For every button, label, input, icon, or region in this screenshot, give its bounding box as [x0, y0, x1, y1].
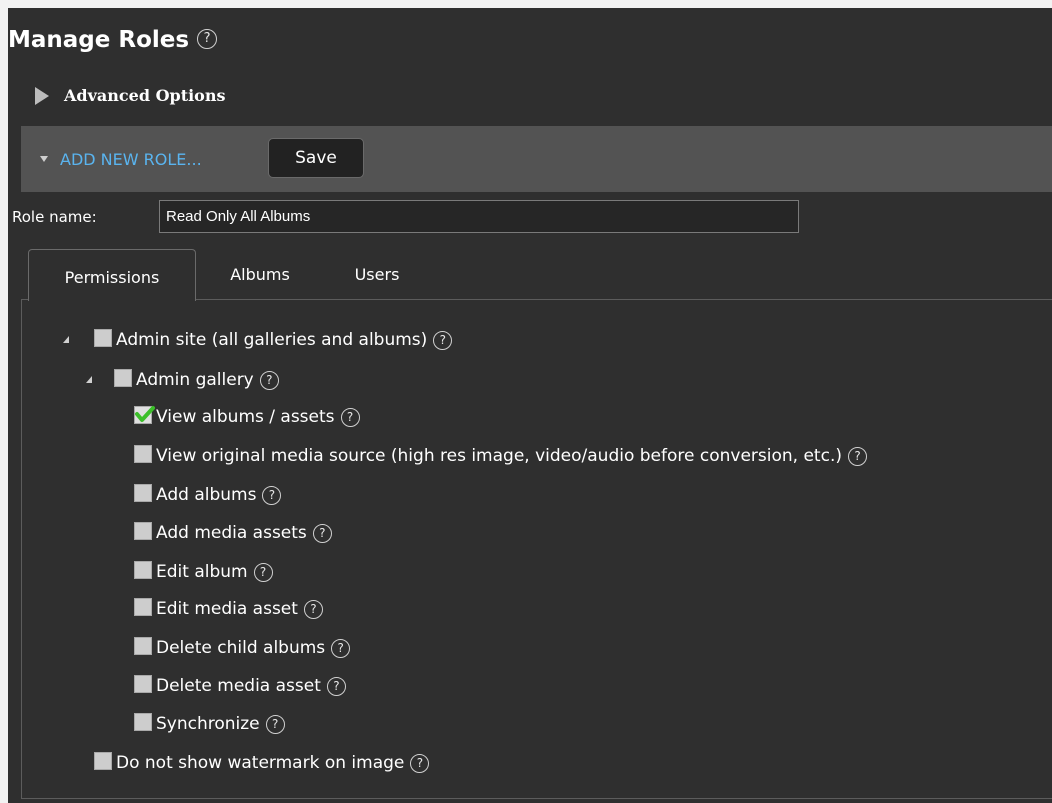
permission-label: Synchronize — [156, 714, 260, 734]
permission-label: Add albums — [156, 485, 257, 505]
collapse-triangle-icon[interactable] — [63, 336, 69, 343]
question-circle-icon[interactable]: ? — [410, 753, 430, 773]
permission-row: View albums / assets? — [134, 404, 360, 430]
permission-label: View original media source (high res ima… — [156, 446, 842, 466]
tab-users[interactable]: Users — [340, 249, 414, 300]
add-new-role-link[interactable]: ADD NEW ROLE... — [40, 148, 202, 172]
question-circle-icon[interactable]: ? — [253, 562, 273, 582]
page-title: Manage Roles? — [8, 22, 218, 58]
permission-label: Edit album — [156, 562, 248, 582]
question-circle-icon[interactable]: ? — [433, 330, 453, 350]
advanced-options-toggle[interactable]: Advanced Options — [35, 82, 226, 110]
checkbox[interactable] — [94, 329, 112, 347]
checkbox[interactable] — [134, 598, 152, 616]
permission-row: Add albums? — [134, 482, 282, 508]
question-circle-icon[interactable]: ? — [262, 485, 282, 505]
checkbox[interactable] — [114, 369, 132, 387]
checkbox-checked[interactable] — [134, 406, 155, 424]
checkbox[interactable] — [134, 561, 152, 579]
add-new-role-label: ADD NEW ROLE... — [60, 150, 202, 169]
question-circle-icon[interactable]: ? — [312, 523, 332, 543]
advanced-options-label: Advanced Options — [64, 86, 226, 105]
checkbox[interactable] — [134, 522, 152, 540]
check-icon — [135, 406, 155, 422]
permission-row: Add media assets? — [134, 520, 332, 546]
question-circle-icon[interactable]: ? — [265, 714, 285, 734]
question-circle-icon[interactable]: ? — [340, 407, 360, 427]
question-circle-icon[interactable]: ? — [848, 446, 867, 466]
checkbox[interactable] — [134, 713, 152, 731]
checkbox[interactable] — [134, 445, 152, 463]
save-button[interactable]: Save — [268, 138, 364, 178]
permission-label: Delete child albums — [156, 638, 326, 658]
permission-label: Admin gallery — [136, 370, 254, 390]
permission-row: Do not show watermark on image? — [94, 750, 430, 776]
tab-permissions[interactable]: Permissions — [28, 249, 196, 301]
checkbox[interactable] — [94, 752, 112, 770]
question-circle-icon[interactable]: ? — [326, 676, 346, 696]
permission-label: Add media assets — [156, 523, 307, 543]
permission-label: Admin site (all galleries and albums) — [116, 330, 428, 350]
question-circle-icon[interactable]: ? — [259, 370, 279, 390]
role-name-label: Role name: — [12, 208, 97, 226]
page-title-help-icon[interactable]: ? — [197, 28, 218, 49]
role-name-input[interactable]: Read Only All Albums — [159, 200, 799, 233]
checkbox[interactable] — [134, 637, 152, 655]
permission-label: Edit media asset — [156, 599, 298, 619]
permission-label: Delete media asset — [156, 676, 321, 696]
permission-row: Synchronize? — [134, 711, 285, 737]
permission-row: Admin gallery? — [86, 367, 279, 393]
question-circle-icon[interactable]: ? — [331, 638, 351, 658]
page-title-text: Manage Roles — [8, 27, 190, 53]
permission-row: View original media source (high res ima… — [134, 443, 867, 469]
permission-row: Edit album? — [134, 559, 273, 585]
permission-label: Do not show watermark on image — [116, 753, 405, 773]
permission-row: Delete child albums? — [134, 635, 351, 661]
question-circle-icon[interactable]: ? — [303, 599, 323, 619]
checkbox[interactable] — [134, 484, 152, 502]
collapse-triangle-icon[interactable] — [86, 376, 92, 383]
collapse-triangle-icon — [40, 155, 48, 162]
permission-row: Admin site (all galleries and albums)? — [63, 327, 453, 353]
permission-label: View albums / assets — [156, 407, 335, 427]
expand-triangle-icon — [35, 87, 49, 105]
checkbox[interactable] — [134, 675, 152, 693]
permission-row: Delete media asset? — [134, 673, 346, 699]
permission-row: Edit media asset? — [134, 596, 323, 622]
tab-albums[interactable]: Albums — [218, 249, 302, 300]
